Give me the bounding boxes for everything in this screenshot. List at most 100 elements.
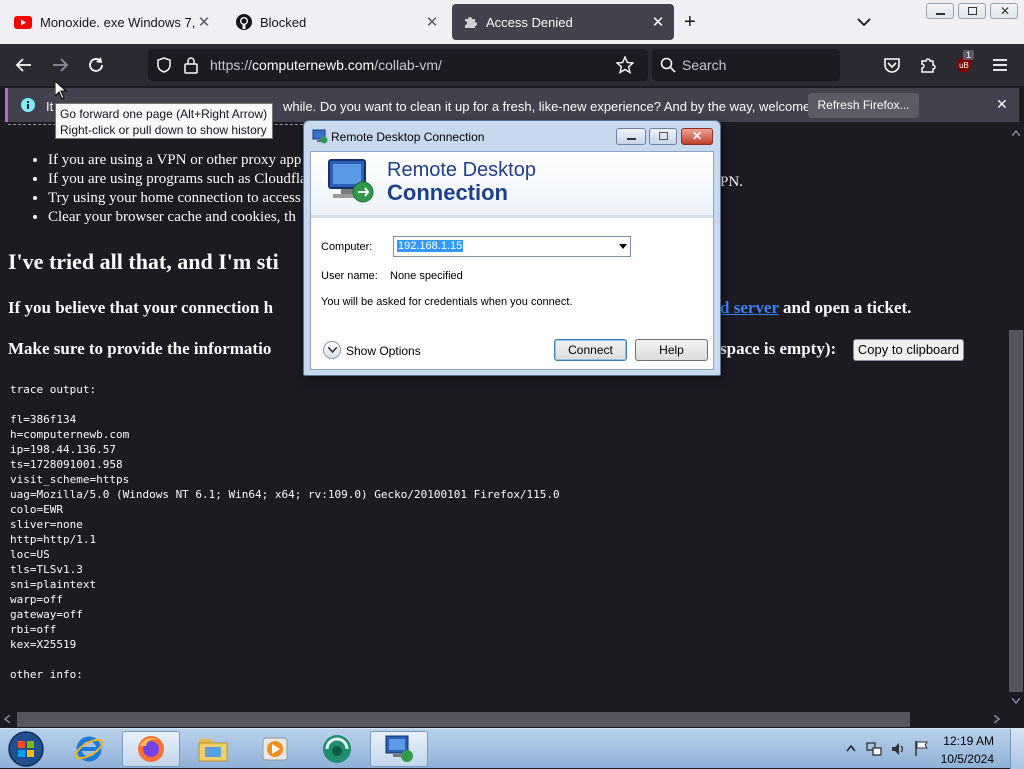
dropdown-arrow-icon[interactable] <box>619 244 627 249</box>
close-tab-icon[interactable]: ✕ <box>650 13 666 31</box>
refresh-firefox-button[interactable]: Refresh Firefox... <box>808 93 919 118</box>
computer-label: Computer: <box>321 241 373 253</box>
rdc-title: Remote Desktop Connection <box>331 130 485 144</box>
taskbar: 12:19 AM 10/5/2024 <box>0 728 1024 769</box>
info-paragraph-start: Make sure to provide the informatio <box>8 339 272 358</box>
close-tab-icon[interactable]: ✕ <box>196 13 212 31</box>
new-tab-button[interactable]: + <box>684 12 696 32</box>
scroll-left-icon[interactable] <box>4 715 10 723</box>
show-hidden-icons-icon[interactable] <box>846 744 856 752</box>
folder-icon <box>198 739 228 762</box>
taskbar-remote-desktop[interactable] <box>370 731 428 767</box>
discord-server-link[interactable]: d server <box>720 298 779 317</box>
close-notification-icon[interactable]: ✕ <box>996 96 1008 113</box>
section-heading: I've tried all that, and I'm sti <box>8 249 279 274</box>
media-player-icon <box>262 737 288 761</box>
copy-to-clipboard-button[interactable]: Copy to clipboard <box>853 339 964 361</box>
connect-button[interactable]: Connect <box>554 339 627 361</box>
puzzle-icon <box>465 17 477 28</box>
shield-icon[interactable] <box>156 57 172 73</box>
taskbar-file-explorer[interactable] <box>184 731 242 767</box>
ticket-paragraph: If you believe that your connection h <box>8 298 273 318</box>
close-window-button[interactable]: ✕ <box>990 3 1018 19</box>
navigation-toolbar: https://computernewb.com/collab-vm/ Sear… <box>0 44 1024 86</box>
rdc-title-bar[interactable]: Remote Desktop Connection ✕ <box>304 121 720 151</box>
search-icon <box>660 57 676 73</box>
info-icon <box>21 98 35 112</box>
close-tab-icon[interactable]: ✕ <box>424 13 440 31</box>
trace-output: trace output: fl=386f134 h=computernewb.… <box>10 383 560 681</box>
show-options-chevron-icon[interactable] <box>323 341 341 359</box>
network-icon[interactable] <box>866 741 882 757</box>
info-paragraph-end: space is empty): <box>720 339 837 358</box>
rdc-minimize-button[interactable] <box>616 128 646 145</box>
clock-date[interactable]: 10/5/2024 <box>936 752 994 766</box>
youtube-icon <box>14 15 32 29</box>
troubleshooting-list: If you are using a VPN or other proxy ap… <box>28 151 307 227</box>
search-bar[interactable]: Search <box>652 49 840 81</box>
taskbar-media-player[interactable] <box>246 731 304 767</box>
help-button[interactable]: Help <box>635 339 708 361</box>
pocket-icon[interactable] <box>882 55 902 75</box>
horizontal-scroll-thumb[interactable] <box>17 712 910 727</box>
rdc-app-icon <box>312 129 328 144</box>
svg-text:uB: uB <box>959 61 969 70</box>
computer-value: 192.168.1.15 <box>397 240 464 252</box>
remote-desktop-icon <box>385 735 413 762</box>
show-options-label[interactable]: Show Options <box>346 344 421 358</box>
tab-title: Blocked <box>260 14 307 30</box>
url-bar[interactable]: https://computernewb.com/collab-vm/ <box>148 49 648 81</box>
forward-tooltip: Go forward one page (Alt+Right Arrow) Ri… <box>55 103 273 139</box>
internet-explorer-icon <box>74 736 104 762</box>
computer-combobox[interactable]: 192.168.1.15 <box>393 236 631 257</box>
start-button[interactable] <box>6 730 46 768</box>
tab-title: Monoxide. exe Windows 7,8,81. <box>40 14 196 30</box>
rdc-dialog: Remote Desktop Connection ✕ Remote Deskt… <box>303 120 721 376</box>
tab-monoxide[interactable]: Monoxide. exe Windows 7,8,81. ✕ <box>4 4 220 40</box>
ticket-paragraph-tail: and open a ticket. <box>782 298 912 317</box>
rdc-banner: Remote Desktop Connection <box>311 152 713 218</box>
chevron-down-icon[interactable] <box>856 14 872 30</box>
list-item-tail: PN. <box>720 174 743 190</box>
ublock-extension-button[interactable]: uB 1 <box>954 50 975 75</box>
info-paragraph: Make sure to provide the informatio <box>8 339 271 359</box>
list-item: If you are using a VPN or other proxy ap… <box>48 151 307 170</box>
rdc-close-button[interactable]: ✕ <box>681 128 713 145</box>
ticket-paragraph-start: If you believe that your connection h <box>8 298 274 317</box>
forward-arrow-icon[interactable] <box>50 55 70 75</box>
show-desktop-button[interactable] <box>1010 729 1024 769</box>
notification-text: while. Do you want to clean it up for a … <box>283 99 845 114</box>
mouse-cursor-icon <box>55 81 67 100</box>
tab-blocked[interactable]: Blocked ✕ <box>226 4 448 40</box>
vertical-scroll-thumb[interactable] <box>1009 330 1023 692</box>
clock-time[interactable]: 12:19 AM <box>936 734 994 748</box>
search-placeholder: Search <box>682 57 727 73</box>
action-center-flag-icon[interactable] <box>914 740 930 757</box>
scroll-right-icon[interactable] <box>994 715 1000 723</box>
lock-icon[interactable] <box>184 56 198 74</box>
firefox-icon <box>138 736 164 762</box>
bookmark-star-icon[interactable] <box>616 56 634 74</box>
tooltip-line-1: Go forward one page (Alt+Right Arrow) <box>60 107 268 121</box>
reload-icon[interactable] <box>86 55 106 75</box>
taskbar-app[interactable] <box>308 731 366 767</box>
hamburger-menu-icon[interactable] <box>990 55 1010 75</box>
taskbar-firefox[interactable] <box>122 731 180 767</box>
scroll-down-icon[interactable] <box>1012 698 1020 704</box>
volume-icon[interactable] <box>890 741 906 757</box>
notification-text-start: It <box>46 99 54 114</box>
taskbar-internet-explorer[interactable] <box>60 731 118 767</box>
extensions-icon[interactable] <box>918 55 938 75</box>
list-item: Try using your home connection to access <box>48 189 307 208</box>
scroll-up-icon[interactable] <box>1012 130 1020 136</box>
url-path: /collab-vm/ <box>374 57 442 73</box>
back-arrow-icon[interactable] <box>14 55 34 75</box>
minimize-window-button[interactable] <box>926 3 954 19</box>
tab-access-denied[interactable]: Access Denied ✕ <box>452 4 674 40</box>
tooltip-line-2: Right-click or pull down to show history <box>60 123 267 137</box>
app-globe-icon <box>323 735 351 763</box>
url-text: https://computernewb.com/collab-vm/ <box>210 57 442 73</box>
restore-window-button[interactable] <box>958 3 986 19</box>
list-item: Clear your browser cache and cookies, th <box>48 208 307 227</box>
rdc-maximize-button[interactable] <box>649 128 677 145</box>
